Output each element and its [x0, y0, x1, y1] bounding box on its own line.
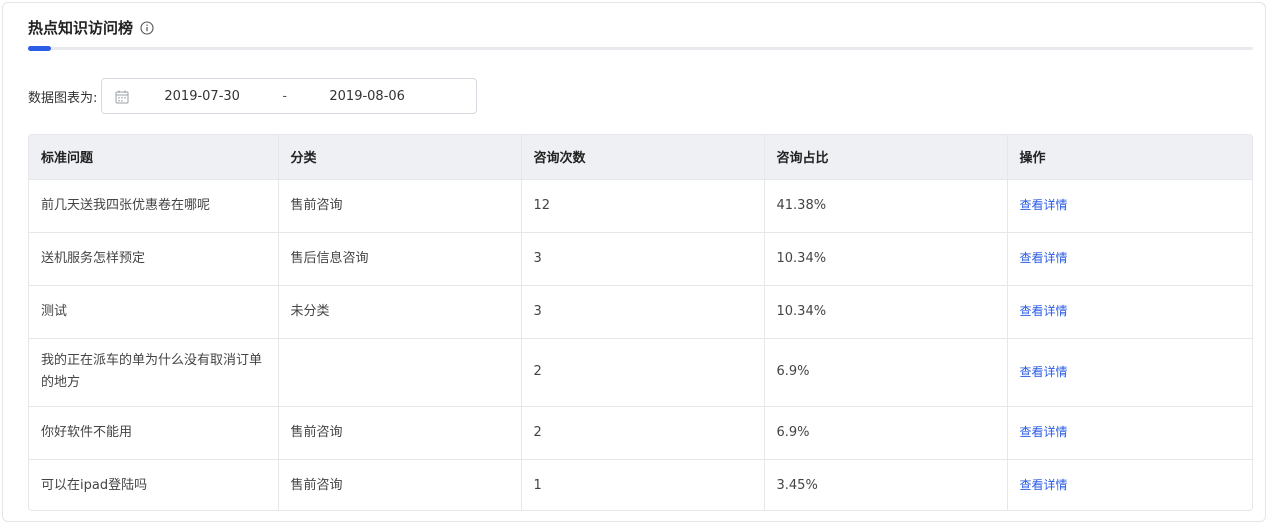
view-details-link[interactable]: 查看详情	[1020, 304, 1068, 318]
cell-ratio: 6.9%	[764, 337, 1008, 406]
cell-count: 2	[521, 337, 765, 406]
cell-action: 查看详情	[1007, 284, 1252, 338]
column-header-question: 标准问题	[29, 135, 279, 179]
column-header-action: 操作	[1007, 135, 1252, 179]
tab-track	[28, 46, 1253, 51]
view-details-link[interactable]: 查看详情	[1020, 251, 1068, 265]
cell-action: 查看详情	[1007, 458, 1252, 510]
table-row: 你好软件不能用 售前咨询 2 6.9% 查看详情	[29, 405, 1252, 459]
cell-category: 未分类	[278, 284, 522, 338]
table-row: 前几天送我四张优惠卷在哪呢 售前咨询 12 41.38% 查看详情	[29, 178, 1252, 232]
cell-ratio: 3.45%	[764, 458, 1008, 510]
date-filter: 数据图表为: 2019-07-30 - 2019-08-06	[28, 78, 478, 114]
cell-action: 查看详情	[1007, 178, 1252, 232]
table-row: 测试 未分类 3 10.34% 查看详情	[29, 284, 1252, 338]
view-details-link[interactable]: 查看详情	[1020, 478, 1068, 492]
cell-question: 我的正在派车的单为什么没有取消订单的地方	[29, 337, 279, 406]
date-range-picker[interactable]: 2019-07-30 - 2019-08-06	[101, 78, 478, 114]
panel-header: 热点知识访问榜	[28, 15, 154, 39]
cell-ratio: 10.34%	[764, 231, 1008, 285]
info-circle-icon[interactable]	[140, 20, 154, 35]
column-header-count: 咨询次数	[521, 135, 765, 179]
cell-ratio: 6.9%	[764, 405, 1008, 459]
cell-action: 查看详情	[1007, 405, 1252, 459]
cell-category: 售前咨询	[278, 405, 522, 459]
filter-label: 数据图表为:	[28, 90, 98, 106]
cell-question: 前几天送我四张优惠卷在哪呢	[29, 178, 279, 232]
view-details-link[interactable]: 查看详情	[1020, 425, 1068, 439]
cell-question: 测试	[29, 284, 279, 338]
cell-category	[278, 337, 522, 406]
column-header-category: 分类	[278, 135, 522, 179]
cell-question: 送机服务怎样预定	[29, 231, 279, 285]
cell-ratio: 10.34%	[764, 284, 1008, 338]
cell-count: 3	[521, 231, 765, 285]
view-details-link[interactable]: 查看详情	[1020, 198, 1068, 212]
cell-action: 查看详情	[1007, 231, 1252, 285]
start-date-input[interactable]: 2019-07-30	[164, 89, 240, 104]
tab-active-indicator	[28, 46, 51, 51]
cell-category: 售前咨询	[278, 458, 522, 510]
cell-count: 1	[521, 458, 765, 510]
cell-category: 售前咨询	[278, 178, 522, 232]
column-header-ratio: 咨询占比	[764, 135, 1008, 179]
cell-count: 3	[521, 284, 765, 338]
cell-count: 12	[521, 178, 765, 232]
cell-action: 查看详情	[1007, 337, 1252, 406]
cell-category: 售后信息咨询	[278, 231, 522, 285]
table-row: 送机服务怎样预定 售后信息咨询 3 10.34% 查看详情	[29, 231, 1252, 285]
calendar-icon	[115, 89, 129, 104]
table-header-row: 标准问题 分类 咨询次数 咨询占比 操作	[29, 135, 1252, 179]
cell-question: 可以在ipad登陆吗	[29, 458, 279, 510]
cell-count: 2	[521, 405, 765, 459]
table-row: 我的正在派车的单为什么没有取消订单的地方 2 6.9% 查看详情	[29, 337, 1252, 406]
view-details-link[interactable]: 查看详情	[1020, 365, 1068, 379]
date-separator: -	[282, 88, 288, 104]
cell-question: 你好软件不能用	[29, 405, 279, 459]
hot-knowledge-table: 标准问题 分类 咨询次数 咨询占比 操作 前几天送我四张优惠卷在哪呢 售前咨询 …	[28, 134, 1253, 511]
panel-title: 热点知识访问榜	[28, 18, 134, 37]
table-row: 可以在ipad登陆吗 售前咨询 1 3.45% 查看详情	[29, 458, 1252, 510]
hot-knowledge-panel: 热点知识访问榜 数据图表为: 2019-07-30 - 2019-08-06 标…	[2, 2, 1266, 522]
end-date-input[interactable]: 2019-08-06	[329, 89, 405, 104]
cell-ratio: 41.38%	[764, 178, 1008, 232]
